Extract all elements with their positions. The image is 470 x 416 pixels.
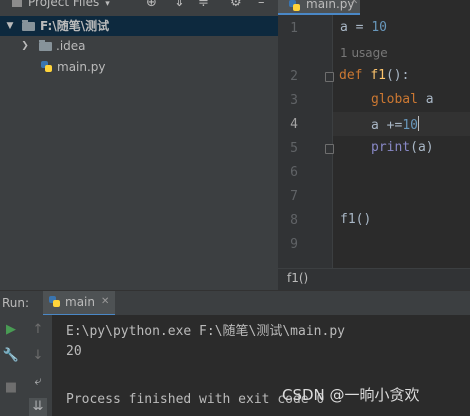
code-line-5[interactable]: print(a) [371, 140, 434, 155]
close-icon[interactable]: ✕ [101, 296, 109, 307]
project-panel: Project Files ▾ ⊕ ⇕ ≑ ⚙ – ▼ F:\随笔\测试 ❯ .i… [0, 0, 278, 290]
wrench-icon[interactable]: 🔧 [2, 347, 20, 365]
tree-root-label: F:\随笔\测试 [40, 19, 110, 33]
line-number: 9 [290, 237, 298, 252]
run-tab-label: main [65, 295, 95, 309]
code-token-keyword: def [339, 68, 371, 83]
gear-icon[interactable]: ⚙ [230, 0, 242, 10]
rerun-icon[interactable]: ▶ [2, 321, 20, 339]
collapse-all-icon[interactable]: ⇕ [174, 0, 185, 10]
watermark: CSDN @一晌小贪欢 [282, 386, 420, 404]
code-token-builtin: print [371, 140, 411, 155]
editor-tab-main-py[interactable]: main.py ✕ [278, 0, 360, 15]
chevron-right-icon[interactable]: ❯ [20, 36, 30, 56]
project-panel-header: Project Files ▾ ⊕ ⇕ ≑ ⚙ – [0, 0, 278, 12]
run-toolbar: ▶ ↑ 🔧 ↓ ■ ⤶ ⇊ [0, 315, 52, 416]
line-number: 8 [290, 213, 298, 228]
run-panel-label: Run: [2, 296, 30, 310]
soft-wrap-icon[interactable]: ⤶ [29, 373, 47, 391]
usage-hint[interactable]: 1 usage [340, 46, 388, 60]
code-token: (): [385, 68, 410, 83]
tree-item-main-py[interactable]: main.py [0, 57, 278, 77]
tree-item-idea[interactable]: ❯ .idea [0, 36, 278, 56]
code-line-2[interactable]: def f1(): [339, 68, 409, 83]
code-token: (a) [410, 140, 434, 155]
breadcrumb: f1() [278, 268, 470, 291]
fold-marker-icon[interactable] [325, 72, 334, 82]
python-icon [49, 296, 60, 307]
project-icon [12, 0, 22, 7]
line-number: 6 [290, 165, 298, 180]
project-view-selector[interactable]: Project Files ▾ [12, 0, 110, 9]
code-line-3[interactable]: global a [371, 92, 434, 107]
fold-marker-icon[interactable] [325, 144, 334, 154]
python-file-icon [41, 61, 52, 72]
code-token-number: 10 [371, 20, 387, 35]
code-token: a [425, 92, 434, 107]
scroll-down-icon[interactable]: ↓ [29, 347, 47, 365]
tree-folder-label: .idea [56, 39, 86, 53]
project-view-title: Project Files [28, 0, 100, 9]
gutter-separator [332, 15, 333, 268]
code-token-keyword: global [371, 92, 426, 107]
text-caret [417, 116, 419, 131]
expand-all-icon[interactable]: ≑ [198, 0, 209, 10]
code-token: = [347, 20, 372, 35]
code-editor[interactable]: main.py ✕ 1 2 3 4 5 6 7 8 9 a = 10 1 usa… [278, 0, 470, 268]
console-command-line: E:\py\python.exe F:\随笔\测试\main.py [66, 324, 345, 339]
scroll-to-end-icon[interactable]: ⇊ [29, 398, 47, 416]
code-token: a += [371, 118, 403, 133]
scroll-up-icon[interactable]: ↑ [29, 321, 47, 339]
locate-icon[interactable]: ⊕ [146, 0, 157, 10]
code-token: a [340, 20, 348, 35]
code-token-number: 10 [402, 118, 418, 133]
close-icon[interactable]: ✕ [350, 0, 358, 7]
line-number-current: 4 [290, 117, 298, 132]
folder-icon [22, 20, 35, 31]
line-number: 5 [290, 141, 298, 156]
folder-icon [39, 40, 52, 51]
line-number: 7 [290, 189, 298, 204]
run-tab-main[interactable]: main ✕ [43, 291, 115, 316]
code-token-function: f1 [370, 68, 386, 83]
code-line-4[interactable]: a +=10 [371, 116, 419, 133]
run-panel-header: Run: main ✕ [0, 290, 470, 316]
tree-item-root[interactable]: ▼ F:\随笔\测试 [0, 16, 278, 36]
console-output-line: 20 [66, 344, 82, 359]
line-number: 2 [290, 69, 298, 84]
chevron-down-icon[interactable]: ▼ [5, 16, 15, 36]
chevron-down-icon: ▾ [105, 0, 110, 9]
python-file-icon [289, 0, 300, 11]
hide-panel-icon[interactable]: – [258, 0, 265, 10]
stop-icon[interactable]: ■ [2, 379, 20, 397]
line-number: 3 [290, 93, 298, 108]
code-line-1[interactable]: a = 10 [340, 20, 387, 35]
line-number: 1 [290, 21, 298, 36]
editor-tab-label: main.py [306, 0, 355, 11]
breadcrumb-item[interactable]: f1() [287, 271, 308, 285]
code-line-8[interactable]: f1() [340, 212, 371, 227]
tree-file-label: main.py [57, 60, 106, 74]
